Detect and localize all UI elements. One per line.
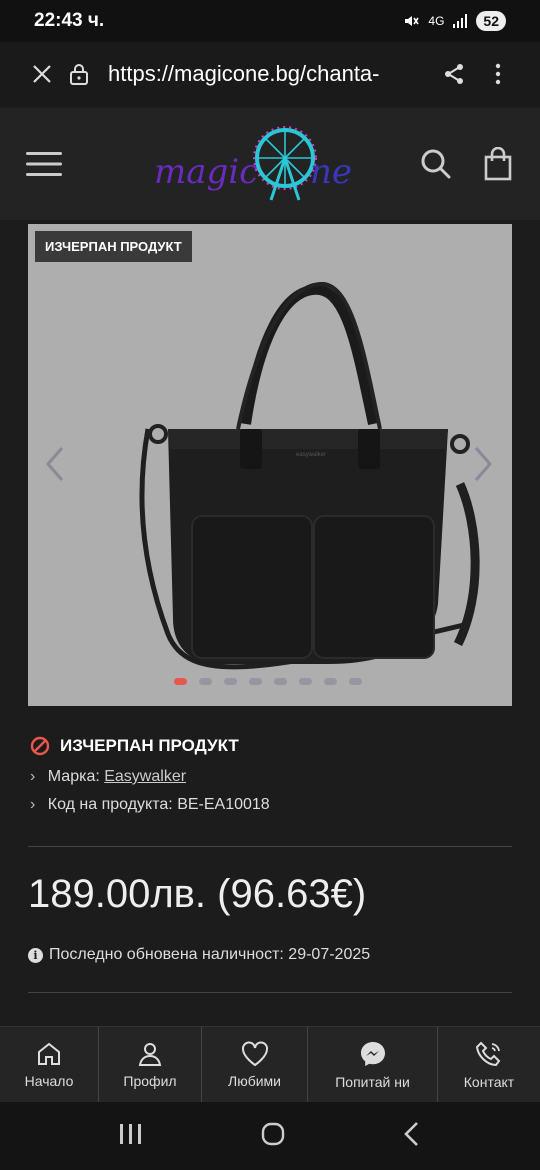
nav-ask-label: Попитай ни [335,1073,410,1090]
lock-icon [70,64,88,85]
bottom-nav: Начало Профил Любими Попитай ни Контакт [0,1026,540,1102]
phone-icon [475,1041,501,1066]
gallery-next-arrow[interactable] [472,444,496,494]
search-icon [421,149,451,179]
image-brand-mark: easywalker [296,452,326,458]
product-price: 189.00лв. (96.63€) [28,872,367,916]
chevron-right-icon: › [30,796,36,813]
nav-profile[interactable]: Профил [99,1027,202,1102]
site-header: magic ne [0,108,540,220]
gallery-pagination [174,678,362,685]
network-label: 4G [428,14,445,28]
gallery-dot[interactable] [199,678,212,685]
home-system-button[interactable] [260,1121,286,1152]
browser-menu-button[interactable] [476,52,520,96]
user-icon [138,1042,162,1066]
chevron-right-icon [474,447,492,481]
nav-profile-label: Профил [123,1072,177,1089]
product-code-row: › Код на продукта: BE-EA10018 [30,796,270,814]
recent-apps-button[interactable] [118,1122,144,1151]
brand-row: › Марка: Easywalker [30,768,186,786]
brand-label: Марка: [47,768,100,785]
menu-button[interactable] [20,142,68,186]
nav-contact-label: Контакт [463,1073,515,1090]
logo-text-right: ne [310,152,353,192]
gallery-prev-arrow[interactable] [42,444,66,494]
divider [28,846,512,847]
chevron-left-icon [46,447,64,481]
recent-apps-icon [120,1123,141,1144]
mute-icon [405,16,420,26]
status-bar: 22:43 ч. 4G 52 [0,0,540,42]
status-icons: 4G 52 [402,11,506,31]
back-chevron-icon [404,1121,418,1146]
nav-contact[interactable]: Контакт [438,1027,540,1102]
sold-out-badge: ИЗЧЕРПАН ПРОДУКТ [35,231,192,262]
logo-text-left: magic [154,152,259,192]
gallery-dot[interactable] [274,678,287,685]
gallery-dot[interactable] [249,678,262,685]
site-logo[interactable]: magic ne [150,122,360,212]
address-bar[interactable]: https://magicone.bg/chanta- [108,61,408,87]
nav-ask[interactable]: Попитай ни [308,1027,438,1102]
gallery-dot[interactable] [299,678,312,685]
home-circle-icon [261,1122,285,1145]
product-page: easywalker ИЗЧЕРПАН ПРОДУКТ ИЗЧЕРПАН ПРО… [0,220,540,1026]
home-icon [38,1042,60,1065]
gallery-dot[interactable] [324,678,337,685]
signal-icon [453,14,468,28]
info-icon: i [28,947,43,963]
product-image: easywalker [139,281,480,670]
gallery-dot[interactable] [174,678,187,685]
site-security-button[interactable] [64,52,94,96]
divider [28,992,512,993]
stock-updated-text: Последно обновена наличност: 29-07-2025 [49,946,371,963]
close-tab-button[interactable] [20,52,64,96]
more-vertical-icon [495,63,501,85]
product-code-value: BE-EA10018 [177,796,270,813]
shopping-bag-icon [484,147,512,181]
gallery-dot[interactable] [349,678,362,685]
back-button[interactable] [402,1121,422,1152]
heart-icon [241,1041,268,1066]
nav-favorites[interactable]: Любими [202,1027,308,1102]
chevron-right-icon: › [30,768,36,785]
close-icon [33,65,51,83]
availability-text: ИЗЧЕРПАН ПРОДУКТ [60,736,239,755]
nav-favorites-label: Любими [228,1072,281,1089]
share-button[interactable] [432,52,476,96]
share-icon [445,64,463,84]
gallery-dot[interactable] [224,678,237,685]
system-nav-bar [0,1102,540,1170]
availability-status: ИЗЧЕРПАН ПРОДУКТ [30,736,239,756]
brand-link[interactable]: Easywalker [104,768,186,785]
browser-toolbar: https://magicone.bg/chanta- [0,42,540,106]
cart-button[interactable] [476,142,520,186]
nav-home[interactable]: Начало [0,1027,99,1102]
hamburger-icon [26,152,62,176]
messenger-icon [360,1041,385,1066]
battery-indicator: 52 [476,11,506,31]
product-gallery[interactable]: easywalker ИЗЧЕРПАН ПРОДУКТ [28,224,512,706]
product-code-label: Код на продукта: [47,796,173,813]
nav-home-label: Начало [24,1072,74,1089]
status-time: 22:43 ч. [34,10,105,31]
stock-updated: i Последно обновена наличност: 29-07-202… [28,946,370,964]
search-button[interactable] [414,142,458,186]
prohibited-icon [30,736,50,756]
